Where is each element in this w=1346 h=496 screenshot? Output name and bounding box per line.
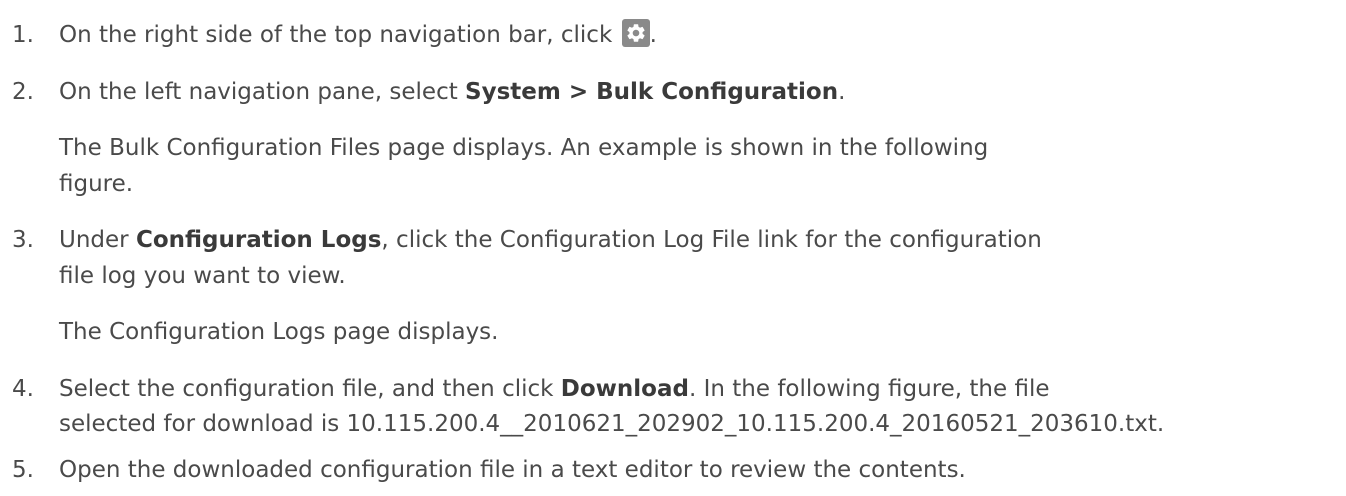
- step-3-number: 3.: [12, 227, 34, 253]
- gear-icon: [621, 19, 650, 47]
- step-3-line-2: file log you want to view.: [59, 263, 346, 289]
- download-label: Download: [560, 376, 689, 402]
- step-2-text: On the left navigation pane, select Syst…: [59, 79, 846, 105]
- step-1-number: 1.: [12, 22, 34, 48]
- step-3-result: The Configuration Logs page displays.: [59, 319, 499, 345]
- step-2-result-line-2: figure.: [59, 171, 134, 197]
- step-2-result-line-1: The Bulk Configuration Files page displa…: [59, 135, 989, 161]
- procedure-steps: 1. On the right side of the top navigati…: [0, 0, 1346, 496]
- step-5-text: Open the downloaded configuration file i…: [59, 457, 966, 483]
- step-4-line-2: selected for download is 10.115.200.4__2…: [59, 411, 1165, 437]
- step-2-number: 2.: [12, 79, 34, 105]
- step-4-number: 4.: [12, 376, 34, 402]
- step-4-text: Select the configuration file, and then …: [59, 376, 1050, 402]
- menu-path: System > Bulk Configuration: [465, 79, 839, 105]
- step-3-text: Under Configuration Logs, click the Conf…: [59, 227, 1042, 253]
- section-name: Configuration Logs: [135, 227, 382, 253]
- step-5-number: 5.: [12, 457, 34, 483]
- step-1-text: On the right side of the top navigation …: [59, 19, 657, 52]
